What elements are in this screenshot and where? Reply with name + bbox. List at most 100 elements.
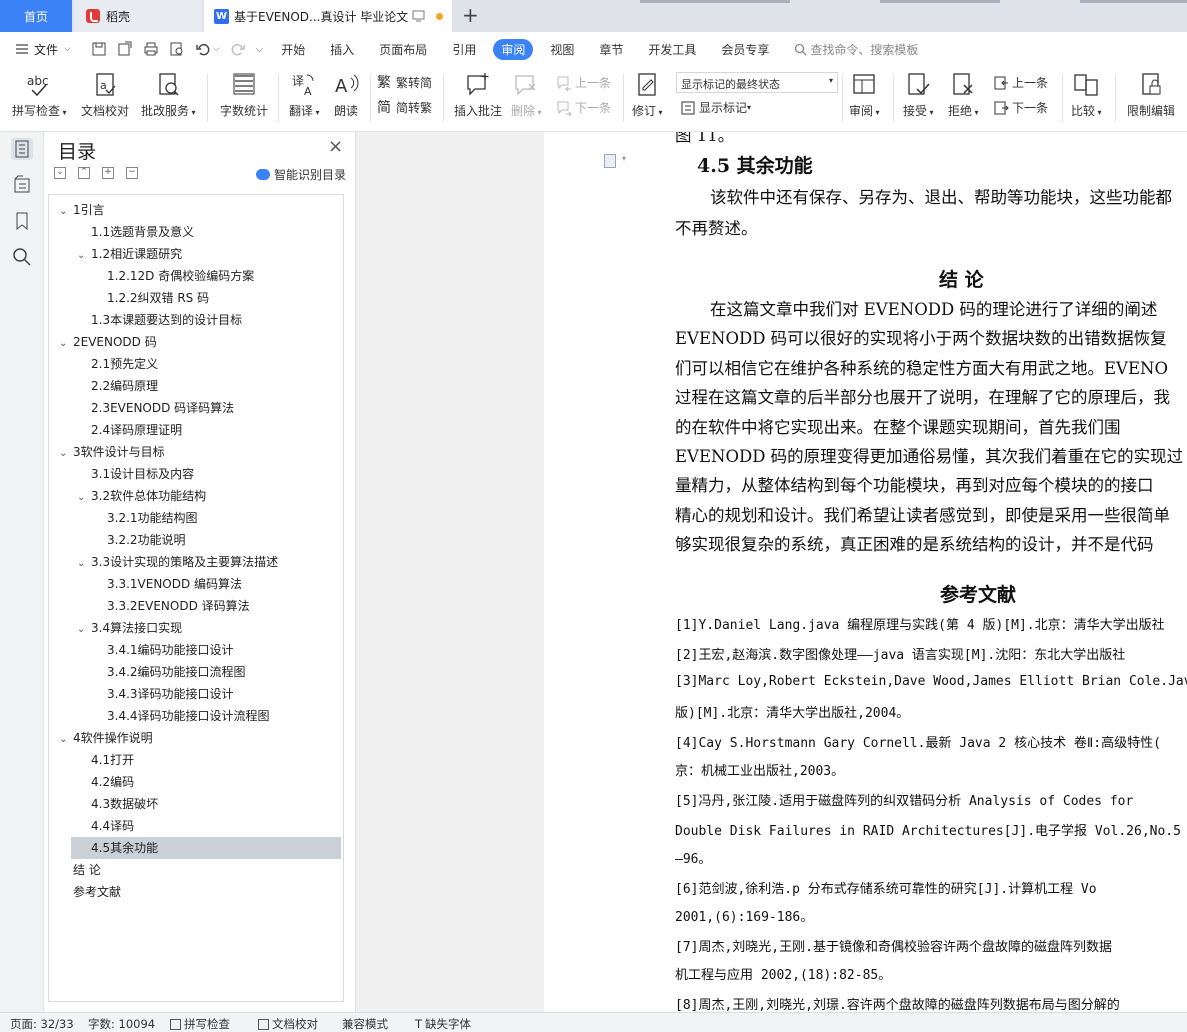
toc-item[interactable]: 3.4.4译码功能接口设计流程图 — [49, 705, 341, 727]
menu-view[interactable]: 视图 — [550, 41, 574, 58]
print-icon[interactable] — [143, 41, 159, 57]
markup-state-select[interactable]: 显示标记的最终状态 ▾ — [676, 72, 838, 93]
delete-comment-button[interactable]: 删除 ▾ — [511, 72, 542, 119]
smart-toc-button[interactable]: 智能识别目录 — [256, 166, 346, 183]
outline-panel-button[interactable] — [11, 174, 33, 196]
chevron-down-icon[interactable]: ▾ — [622, 154, 626, 163]
chevron-down-icon[interactable]: ⌄ — [77, 487, 87, 509]
toc-item[interactable]: ⌄ 3软件设计与目标 — [49, 441, 341, 463]
toc-item[interactable]: 3.4.3译码功能接口设计 — [49, 683, 341, 705]
new-tab-button[interactable]: + — [462, 3, 479, 27]
toc-item[interactable]: ⌄ 3.3设计实现的策略及主要算法描述 — [49, 551, 341, 573]
export-icon[interactable] — [117, 41, 133, 57]
toc-item[interactable]: ⌄ 3.4算法接口实现 — [49, 617, 341, 639]
word-count[interactable]: 字数: 10094 — [88, 1016, 155, 1032]
trad-to-simp-button[interactable]: 繁繁转简 — [377, 74, 432, 91]
menu-page-layout[interactable]: 页面布局 — [379, 41, 427, 58]
toc-item[interactable]: 3.3.1VENODD 编码算法 — [49, 573, 341, 595]
toc-item[interactable]: 结 论 — [49, 859, 341, 881]
spell-check-button[interactable]: abc 拼写检查 ▾ — [12, 72, 67, 119]
expand-all-icon[interactable]: ⌃ — [78, 167, 90, 179]
simp-to-trad-button[interactable]: 简简转繁 — [377, 99, 432, 116]
save-icon[interactable] — [91, 41, 107, 57]
undo-icon[interactable] — [195, 41, 211, 57]
toc-panel-button[interactable] — [11, 138, 33, 160]
menu-section[interactable]: 章节 — [599, 41, 623, 58]
command-search[interactable]: 查找命令、搜索模板 — [794, 41, 918, 58]
tab-daoke[interactable]: 稻壳 — [74, 0, 202, 32]
toc-item[interactable]: 1.2.12D 奇偶校验编码方案 — [49, 265, 341, 287]
chevron-down-icon[interactable]: ⌄ — [59, 443, 69, 465]
doc-check-button[interactable]: a 文档校对 — [81, 72, 129, 119]
toc-item[interactable]: 3.4.1编码功能接口设计 — [49, 639, 341, 661]
toc-item[interactable]: 3.4.2编码功能接口流程图 — [49, 661, 341, 683]
print-preview-icon[interactable] — [169, 41, 185, 57]
menu-developer[interactable]: 开发工具 — [648, 41, 696, 58]
restrict-editing-button[interactable]: 限制编辑 — [1127, 72, 1175, 119]
toc-item[interactable]: 3.3.2EVENODD 译码算法 — [49, 595, 341, 617]
redo-icon[interactable] — [230, 41, 246, 57]
word-count-button[interactable]: 字数统计 — [220, 72, 268, 119]
document-page[interactable]: ▾ 图 11。 4.5 其余功能 该软件中还有保存、另存为、退出、帮助等功能块，… — [544, 132, 1187, 1012]
tab-home[interactable]: 首页 — [0, 0, 72, 32]
status-spell-check[interactable]: 拼写检查 — [170, 1016, 230, 1032]
menu-start[interactable]: 开始 — [281, 41, 305, 58]
menu-review[interactable]: 审阅 — [493, 38, 534, 60]
chevron-down-icon[interactable]: ⌄ — [77, 245, 87, 267]
toc-item[interactable]: 2.3EVENODD 码译码算法 — [49, 397, 341, 419]
insert-comment-button[interactable]: 插入批注 — [454, 72, 502, 119]
missing-font-button[interactable]: T 缺失字体 — [415, 1016, 471, 1032]
menu-insert[interactable]: 插入 — [330, 41, 354, 58]
track-changes-button[interactable]: 修订 ▾ — [632, 72, 663, 119]
toc-item[interactable]: ⌄ 3.2软件总体功能结构 — [49, 485, 341, 507]
prev-change-button[interactable]: 上一条 — [993, 74, 1048, 91]
undo-dropdown-icon[interactable]: ⌵ — [213, 44, 220, 54]
tab-document[interactable]: W 基于EVENOD...真设计 毕业论文 — [204, 0, 452, 32]
remove-heading-icon[interactable]: − — [126, 167, 138, 179]
review-pane-button[interactable]: 审阅 ▾ — [849, 72, 880, 119]
menu-references[interactable]: 引用 — [452, 41, 476, 58]
toc-item[interactable]: 2.4译码原理证明 — [49, 419, 341, 441]
toc-item[interactable]: 4.1打开 — [49, 749, 341, 771]
find-panel-button[interactable] — [11, 246, 33, 268]
file-menu-button[interactable]: 文件 ⌵ — [15, 41, 71, 58]
next-comment-button[interactable]: 下一条 — [556, 99, 611, 116]
review-service-button[interactable]: 批改服务 ▾ — [141, 72, 196, 119]
page-count[interactable]: 页面: 32/33 — [10, 1016, 74, 1032]
show-markup-button[interactable]: 显示标记 ▾ — [680, 99, 751, 116]
accept-button[interactable]: 接受 ▾ — [903, 72, 934, 119]
add-heading-icon[interactable]: + — [102, 167, 114, 179]
chevron-down-icon[interactable]: ⌄ — [59, 201, 69, 223]
close-icon[interactable]: × — [328, 136, 343, 157]
toc-item[interactable]: ⌄ 1.2相近课题研究 — [49, 243, 341, 265]
quick-access-more-icon[interactable]: ⌵ — [256, 44, 264, 55]
chevron-down-icon[interactable]: ⌄ — [77, 619, 87, 641]
toc-item[interactable]: 3.2.1功能结构图 — [49, 507, 341, 529]
toc-item[interactable]: 1.3本课题要达到的设计目标 — [49, 309, 341, 331]
compare-button[interactable]: 比较 ▾ — [1071, 72, 1102, 119]
toc-item[interactable]: ⌄ 1引言 — [49, 199, 341, 221]
toc-item[interactable]: 4.5其余功能 — [71, 837, 341, 859]
page-outline-icon[interactable] — [604, 154, 616, 168]
chevron-down-icon[interactable]: ⌄ — [59, 729, 69, 751]
toc-item[interactable]: ⌄ 2EVENODD 码 — [49, 331, 341, 353]
menu-member[interactable]: 会员专享 — [721, 41, 769, 58]
toc-item[interactable]: 参考文献 — [49, 881, 341, 903]
chevron-down-icon[interactable]: ⌄ — [77, 553, 87, 575]
read-aloud-button[interactable]: A 朗读 — [333, 72, 359, 119]
toc-item[interactable]: 1.2.2纠双错 RS 码 — [49, 287, 341, 309]
toc-item[interactable]: 3.1设计目标及内容 — [49, 463, 341, 485]
reject-button[interactable]: 拒绝 ▾ — [948, 72, 979, 119]
status-doc-check[interactable]: 文档校对 — [258, 1016, 318, 1032]
translate-button[interactable]: 译A 翻译 ▾ — [289, 72, 320, 119]
chevron-down-icon[interactable]: ⌄ — [59, 333, 69, 355]
toc-item[interactable]: 3.2.2功能说明 — [49, 529, 341, 551]
prev-comment-button[interactable]: 上一条 — [556, 74, 611, 91]
bookmark-panel-button[interactable] — [11, 210, 33, 232]
toc-item[interactable]: 4.4译码 — [49, 815, 341, 837]
next-change-button[interactable]: 下一条 — [993, 99, 1048, 116]
collapse-all-icon[interactable]: ⌄ — [54, 167, 66, 179]
toc-item[interactable]: 2.2编码原理 — [49, 375, 341, 397]
toc-item[interactable]: 4.3数据破坏 — [49, 793, 341, 815]
toc-item[interactable]: 4.2编码 — [49, 771, 341, 793]
